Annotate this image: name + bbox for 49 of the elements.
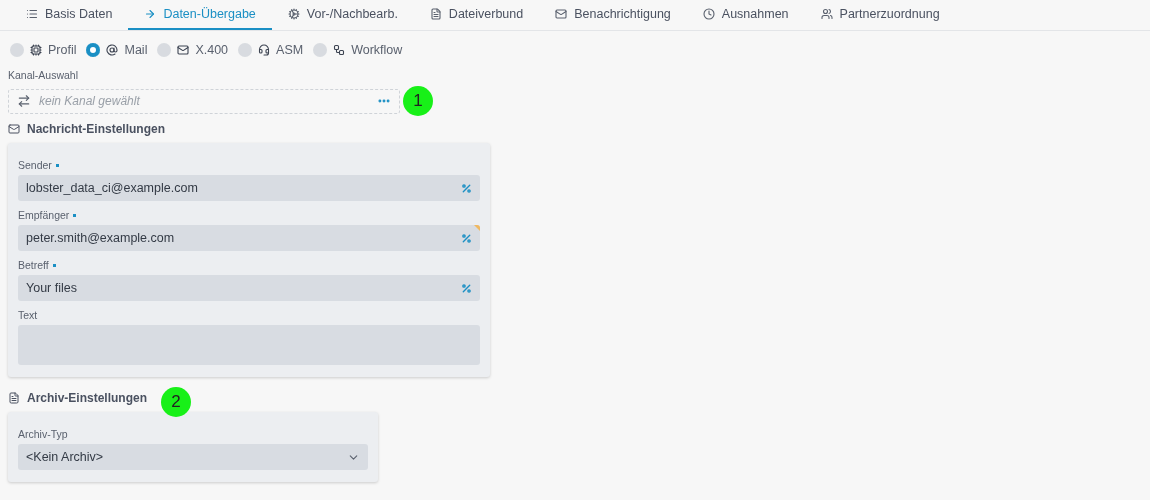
- swap-icon: [17, 94, 31, 108]
- field-label: Archiv-Typ: [18, 428, 68, 440]
- tab[interactable]: Basis Daten: [10, 0, 129, 30]
- section-title: Archiv-Einstellungen: [27, 391, 148, 405]
- section-title: Nachricht-Einstellungen: [27, 122, 166, 136]
- tab[interactable]: Benachrichtigung: [539, 0, 687, 30]
- radio-button[interactable]: [157, 43, 172, 57]
- tab[interactable]: Partnerzuordnung: [804, 0, 956, 30]
- radio-button[interactable]: [313, 43, 328, 57]
- select-field[interactable]: <Kein Archiv>: [18, 444, 368, 470]
- radio-label: Profil: [48, 43, 77, 57]
- document-icon: [429, 8, 442, 20]
- radio-button[interactable]: [86, 43, 101, 57]
- envelope-icon: [177, 44, 190, 56]
- percent-icon[interactable]: [461, 282, 472, 294]
- input-field[interactable]: Your files: [18, 275, 480, 301]
- workflow-icon: [333, 44, 346, 56]
- radio-label: X.400: [195, 43, 229, 57]
- number-badge: 1: [403, 86, 433, 116]
- corner-flag: [474, 225, 480, 231]
- gear-icon: [287, 8, 300, 20]
- arrow-right-icon: [144, 8, 157, 20]
- headset-icon: [258, 44, 271, 56]
- tab[interactable]: Ausnahmen: [686, 0, 805, 30]
- input-field[interactable]: peter.smith@example.com: [18, 225, 480, 251]
- envelope-icon: [8, 123, 20, 135]
- tab[interactable]: Vor-/Nachbearb.: [271, 0, 414, 30]
- percent-icon[interactable]: [461, 182, 472, 194]
- field-label: Text: [18, 309, 38, 321]
- radio-label: Mail: [124, 43, 148, 57]
- radio-label: Workflow: [351, 43, 403, 57]
- people-icon: [820, 8, 833, 20]
- chip-icon: [30, 44, 42, 56]
- envelope-icon: [555, 8, 568, 20]
- clock-icon: [702, 8, 715, 20]
- tab[interactable]: Dateiverbund: [413, 0, 540, 30]
- radio-label: ASM: [276, 43, 304, 57]
- number-badge: 2: [161, 387, 191, 417]
- input-field[interactable]: lobster_data_ci@example.com: [18, 175, 480, 201]
- field-label: Kanal-Auswahl: [8, 69, 80, 81]
- field-label: Betreff: [18, 259, 56, 271]
- radio-button[interactable]: [10, 43, 24, 57]
- radio-button[interactable]: [238, 43, 253, 57]
- field-label: Sender: [18, 159, 59, 171]
- list-icon: [26, 8, 38, 20]
- at-sign-icon: [106, 44, 119, 56]
- field-label: Empfänger: [18, 209, 77, 221]
- document-icon: [8, 392, 20, 404]
- percent-icon[interactable]: [461, 232, 472, 244]
